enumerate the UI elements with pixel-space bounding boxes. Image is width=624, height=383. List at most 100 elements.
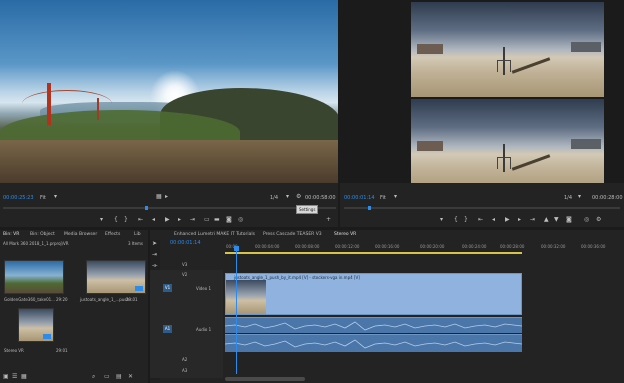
clip-name[interactable]: justoats_angle_1_...push... (80, 297, 133, 302)
source-playhead[interactable] (145, 206, 148, 210)
project-path: All Mark 360 2018_1_1.prproj\VR (3, 241, 69, 246)
go-to-in-icon[interactable]: ⇤ (478, 217, 483, 223)
insert-clip-icon[interactable]: ▭ (204, 217, 210, 223)
chevron-down-icon[interactable]: ▾ (394, 194, 397, 200)
vr-view-icon[interactable]: ◎ (584, 217, 589, 223)
new-bin-icon[interactable]: ▭ (104, 374, 110, 380)
play-icon[interactable]: ▶ (165, 217, 170, 223)
sequence-name[interactable]: Stereo VR (4, 348, 24, 353)
ruler-label: 00:00:24:00 (462, 244, 487, 249)
tab-effects[interactable]: Effects (105, 232, 120, 237)
ripple-edit-icon[interactable]: ⟛ (152, 263, 157, 269)
program-fit-select[interactable]: Fit (380, 195, 386, 201)
program-monitor-viewer[interactable] (340, 0, 624, 194)
track-header-v2[interactable]: V2 (160, 270, 224, 279)
track-header-a1[interactable]: Audio 1 (160, 325, 224, 334)
ruler-label: 00:00:08:00 (295, 244, 320, 249)
stereo-bottom-eye (411, 99, 604, 194)
marker-icon[interactable]: ▾ (440, 217, 443, 223)
sequence-thumbnail[interactable] (18, 308, 54, 342)
source-fit-select[interactable]: Fit (40, 195, 46, 201)
timeline-timecode[interactable]: 00:00:01:14 (170, 240, 201, 246)
playhead-handle[interactable] (234, 246, 239, 251)
list-view-icon[interactable]: ☰ (12, 374, 17, 380)
step-back-icon[interactable]: ◂ (152, 217, 155, 223)
source-scrub-bar[interactable] (3, 207, 336, 209)
clip-thumbnail[interactable] (4, 260, 64, 294)
audio-waveform (225, 321, 522, 331)
source-monitor-viewer[interactable] (0, 0, 338, 183)
extract-icon[interactable]: ▼ (554, 217, 559, 223)
ruler-label: 00:00:36:00 (581, 244, 606, 249)
chevron-down-icon[interactable]: ▾ (286, 194, 289, 200)
work-area-bar[interactable] (225, 252, 522, 254)
timeline-playhead[interactable] (236, 246, 237, 374)
timeline-scrollbar[interactable] (225, 377, 305, 381)
insert-icon[interactable]: ▸ (165, 194, 168, 200)
lift-icon[interactable]: ▲ (544, 217, 549, 223)
add-button-icon[interactable]: + (326, 217, 331, 223)
selection-tool-icon[interactable]: ➤ (152, 241, 157, 247)
overwrite-clip-icon[interactable]: ▬ (214, 217, 220, 223)
audio-waveform (225, 339, 522, 349)
program-monitor-controls: 00:00:01:14 Fit ▾ 1/4 ▾ 00:00:28:00 ▾ { … (340, 183, 624, 227)
clip-duration: 29:01 (126, 297, 138, 302)
go-to-out-icon[interactable]: ⇥ (530, 217, 535, 223)
track-select-icon[interactable]: ⇥ (152, 252, 157, 258)
vr-view-icon[interactable]: ◎ (238, 217, 243, 223)
source-duration: 00:00:58:00 (305, 195, 336, 201)
clip-name[interactable]: GoldenGate360_take01... (4, 297, 55, 302)
mark-out-icon[interactable]: } (464, 217, 468, 223)
track-label: V2 (182, 272, 188, 277)
mark-in-icon[interactable]: { (114, 217, 118, 223)
track-header-v3[interactable]: V3 (160, 260, 224, 269)
camera-icon[interactable]: ◙ (226, 217, 232, 223)
step-forward-icon[interactable]: ▸ (178, 217, 181, 223)
step-forward-icon[interactable]: ▸ (518, 217, 521, 223)
audio-clip[interactable] (225, 317, 522, 333)
play-icon[interactable]: ▶ (505, 217, 510, 223)
chevron-down-icon[interactable]: ▾ (54, 194, 57, 200)
ruler-label: 00:00:04:00 (255, 244, 280, 249)
search-icon[interactable]: ⌕ (92, 374, 95, 380)
trash-icon[interactable]: ✕ (128, 374, 133, 380)
clip-thumbnail[interactable] (86, 260, 146, 294)
marker-icon[interactable]: ▾ (100, 217, 103, 223)
camera-icon[interactable]: ◙ (566, 217, 572, 223)
track-header-a2[interactable]: A2 (160, 355, 224, 364)
new-item-icon[interactable]: ▤ (116, 374, 122, 380)
track-header-a3[interactable]: A3 (160, 366, 224, 375)
step-back-icon[interactable]: ◂ (492, 217, 495, 223)
go-to-out-icon[interactable]: ⇥ (190, 217, 195, 223)
lock-icon[interactable]: ▣ (3, 374, 9, 380)
export-frame-icon[interactable]: ▦ (156, 194, 162, 200)
mark-out-icon[interactable]: } (124, 217, 128, 223)
program-scrub-bar[interactable] (344, 207, 620, 209)
ruler-label: 00:00:28:00 (500, 244, 525, 249)
clip-thumbnail-strip (226, 280, 266, 314)
icon-view-icon[interactable]: ▦ (21, 374, 27, 380)
mark-in-icon[interactable]: { (454, 217, 458, 223)
tab-bin-vr[interactable]: Bin: VR (3, 232, 19, 237)
program-timecode[interactable]: 00:00:01:14 (344, 195, 375, 201)
go-to-in-icon[interactable]: ⇤ (138, 217, 143, 223)
chevron-down-icon[interactable]: ▾ (578, 194, 581, 200)
timeline-tab-active[interactable]: Stereo VR (334, 232, 356, 237)
source-zoom-fraction[interactable]: 1/4 (270, 195, 278, 201)
tab-media-browser[interactable]: Media Browser (64, 232, 97, 237)
track-header-v1[interactable]: Video 1 (160, 284, 224, 293)
timeline-tab[interactable]: Enhanced Lumetri MAKE IT Tutorials (174, 232, 255, 237)
program-zoom-fraction[interactable]: 1/4 (564, 195, 572, 201)
item-count: 3 Items (128, 241, 144, 246)
timeline-tab[interactable]: Press Cascade TEASER V3 (263, 232, 322, 237)
wrench-icon[interactable]: ⚙ (296, 194, 301, 200)
source-timecode[interactable]: 00:00:25:23 (3, 195, 34, 201)
audio-clip[interactable] (225, 334, 522, 352)
settings-icon[interactable]: ⚙ (596, 217, 601, 223)
ruler-label: 00:00:16:00 (375, 244, 400, 249)
video-clip[interactable]: justoats_angle_1_push_by_it.mp4 [V] - st… (225, 273, 522, 315)
tab-lib[interactable]: Lib (134, 232, 141, 237)
bridge-tower (47, 83, 51, 125)
program-playhead[interactable] (368, 206, 371, 210)
tab-bin-object[interactable]: Bin: Object (30, 232, 55, 237)
